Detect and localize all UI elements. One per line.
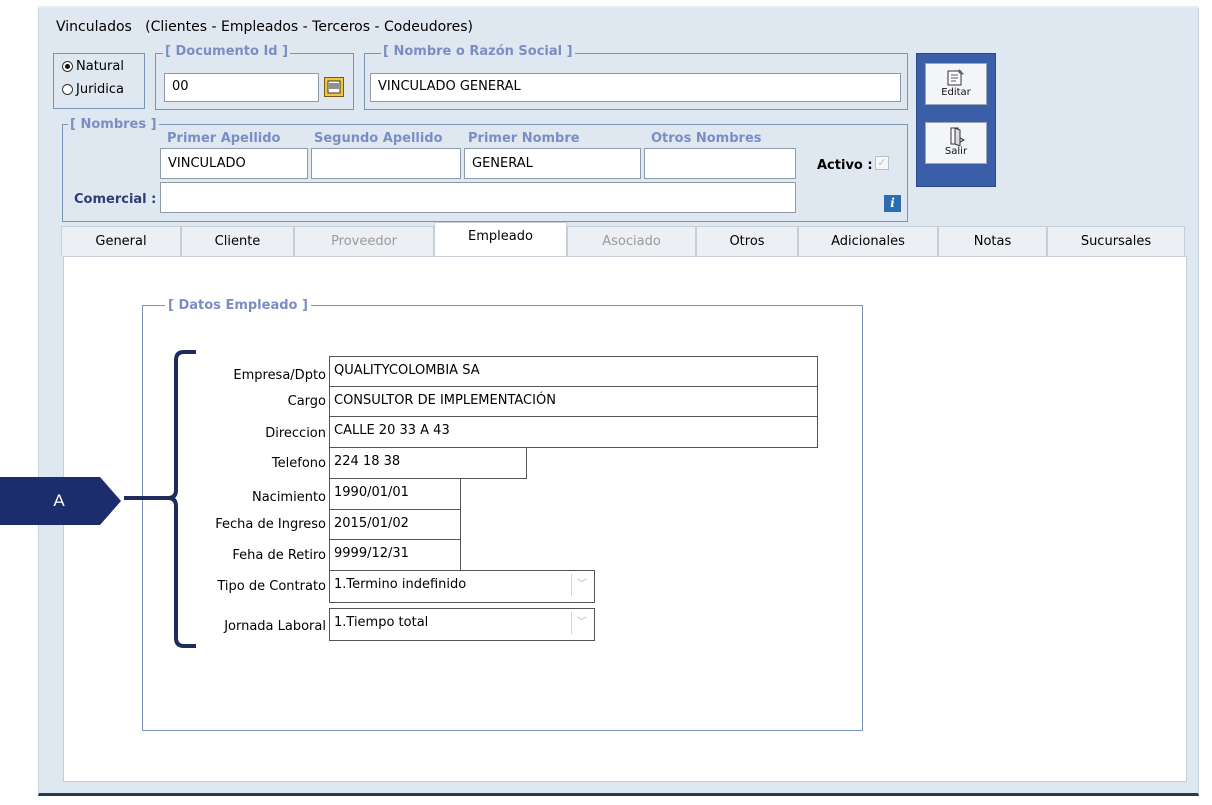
- tab-cliente[interactable]: Cliente: [181, 226, 294, 256]
- tab-asociado[interactable]: Asociado: [567, 226, 696, 256]
- otros-nombres-input[interactable]: [644, 148, 796, 179]
- radio-juridica[interactable]: Juridica: [62, 82, 124, 97]
- otros-nombres-header: Otros Nombres: [651, 131, 762, 146]
- activo-checkbox[interactable]: ✓: [875, 156, 889, 170]
- ingreso-input[interactable]: 2015/01/02: [329, 509, 461, 540]
- cargo-label: Cargo: [287, 394, 326, 409]
- comercial-label: Comercial :: [74, 192, 157, 207]
- radio-natural[interactable]: Natural: [62, 59, 124, 74]
- callout-a-label: A: [53, 491, 65, 510]
- contrato-label: Tipo de Contrato: [217, 579, 326, 594]
- datos-empleado-group-label: [ Datos Empleado ]: [165, 298, 311, 313]
- callout-a: A: [0, 477, 121, 525]
- empresa-label: Empresa/Dpto: [233, 368, 326, 383]
- tab-sucursales[interactable]: Sucursales: [1047, 226, 1185, 256]
- salir-button-label: Salir: [944, 146, 968, 157]
- comercial-input[interactable]: [160, 182, 796, 213]
- jornada-select[interactable]: 1.Tiempo total ﹀: [329, 608, 595, 641]
- radio-juridica-dot: [62, 84, 73, 95]
- tab-notas[interactable]: Notas: [938, 226, 1047, 256]
- tab-otros[interactable]: Otros: [696, 226, 798, 256]
- radio-natural-label: Natural: [76, 59, 124, 74]
- contrato-select[interactable]: 1.Termino indefinido ﹀: [329, 570, 595, 603]
- salir-button[interactable]: Salir: [925, 122, 987, 164]
- razon-social-input[interactable]: VINCULADO GENERAL: [370, 73, 901, 102]
- vinculados-window: Vinculados (Clientes - Empleados - Terce…: [38, 8, 1199, 796]
- empresa-input[interactable]: QUALITYCOLOMBIA SA: [329, 356, 818, 387]
- tab-proveedor[interactable]: Proveedor: [294, 226, 434, 256]
- retiro-label: Feha de Retiro: [232, 548, 326, 563]
- info-icon[interactable]: i: [884, 195, 901, 212]
- segundo-apellido-input[interactable]: [311, 148, 461, 179]
- primer-nombre-input[interactable]: GENERAL: [464, 148, 641, 179]
- contrato-value: 1.Termino indefinido: [334, 577, 467, 592]
- chevron-down-icon[interactable]: ﹀: [571, 612, 592, 634]
- radio-juridica-label: Juridica: [76, 82, 125, 97]
- direccion-input[interactable]: CALLE 20 33 A 43: [329, 416, 818, 448]
- chevron-down-icon[interactable]: ﹀: [571, 574, 592, 596]
- primer-apellido-header: Primer Apellido: [167, 131, 281, 146]
- editar-button-label: Editar: [941, 87, 971, 98]
- nacimiento-input[interactable]: 1990/01/01: [329, 478, 461, 510]
- telefono-label: Telefono: [271, 456, 326, 471]
- barcode-icon[interactable]: [324, 77, 344, 97]
- ingreso-label: Fecha de Ingreso: [215, 517, 326, 532]
- jornada-label: Jornada Laboral: [224, 619, 326, 634]
- exit-door-icon: [950, 127, 966, 146]
- edit-icon: [947, 69, 964, 86]
- tab-adicionales[interactable]: Adicionales: [798, 226, 938, 256]
- nacimiento-label: Nacimiento: [251, 490, 326, 505]
- window-title: Vinculados (Clientes - Empleados - Terce…: [56, 19, 473, 35]
- documento-input[interactable]: 00: [164, 73, 319, 102]
- nombres-group-label: [ Nombres ]: [68, 117, 159, 132]
- jornada-value: 1.Tiempo total: [334, 615, 429, 630]
- retiro-input[interactable]: 9999/12/31: [329, 539, 461, 571]
- telefono-input[interactable]: 224 18 38: [329, 447, 527, 479]
- cargo-input[interactable]: CONSULTOR DE IMPLEMENTACIÓN: [329, 386, 818, 417]
- razon-social-group-label: [ Nombre o Razón Social ]: [381, 44, 575, 59]
- activo-label: Activo :: [817, 158, 873, 173]
- tab-general[interactable]: General: [61, 226, 181, 256]
- segundo-apellido-header: Segundo Apellido: [314, 131, 443, 146]
- direccion-label: Direccion: [265, 426, 326, 441]
- primer-apellido-input[interactable]: VINCULADO: [160, 148, 308, 179]
- documento-group-label: [ Documento Id ]: [163, 44, 291, 59]
- primer-nombre-header: Primer Nombre: [468, 131, 580, 146]
- editar-button[interactable]: Editar: [925, 63, 987, 105]
- tab-empleado[interactable]: Empleado: [434, 222, 567, 257]
- radio-natural-dot: [62, 61, 73, 72]
